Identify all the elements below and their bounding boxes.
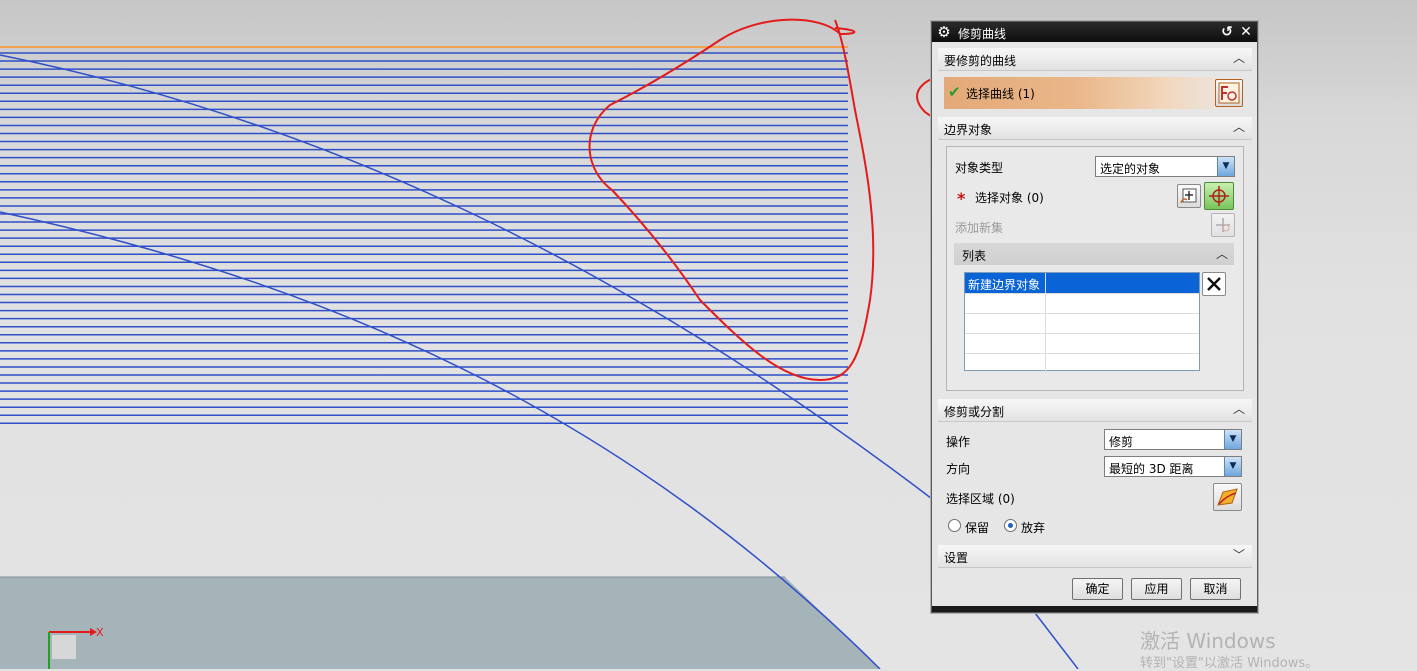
table-cell — [965, 353, 1046, 373]
trim-curve-dialog: ⚙ 修剪曲线 ↺ ✕ 要修剪的曲线 ︿ ✔ 选择曲线 (1) 边界对象 ︿ 对象… — [931, 21, 1258, 613]
gear-icon[interactable]: ⚙ — [935, 23, 953, 41]
x-axis-label: X — [96, 626, 104, 639]
operation-value: 修剪 — [1109, 435, 1134, 449]
select-curve-label: 选择曲线 (1) — [966, 87, 1035, 101]
curve-select-glyph — [1218, 82, 1240, 104]
list-header[interactable]: 列表 ︿ — [954, 243, 1234, 265]
crosshair-icon[interactable] — [1204, 182, 1234, 210]
region-select-glyph — [1217, 488, 1238, 506]
curve-select-icon[interactable] — [1215, 79, 1243, 107]
section-curves-title: 要修剪的曲线 — [944, 54, 1017, 68]
table-row[interactable]: 新建边界对象 — [965, 273, 1199, 294]
crosshair-glyph — [1209, 186, 1229, 206]
ok-button[interactable]: 确定 — [1072, 578, 1123, 600]
region-select-icon[interactable] — [1213, 483, 1242, 511]
section-curves-header[interactable]: 要修剪的曲线 ︿ — [938, 48, 1252, 71]
keep-radio[interactable] — [948, 519, 961, 532]
chevron-up-icon[interactable]: ︿ — [1231, 401, 1247, 417]
add-new-set-label: 添加新集 — [955, 221, 1004, 235]
dialog-titlebar[interactable]: ⚙ 修剪曲线 ↺ ✕ — [932, 22, 1257, 42]
section-settings-title: 设置 — [944, 551, 969, 565]
select-objects-label[interactable]: 选择对象 (0) — [975, 189, 1044, 206]
table-row[interactable] — [965, 293, 1199, 314]
chevron-down-icon[interactable]: ▼ — [1224, 430, 1241, 449]
gray-surface-face — [0, 577, 880, 669]
table-row[interactable] — [965, 333, 1199, 354]
windows-watermark-title: 激活 Windows — [1140, 629, 1276, 653]
section-trim-header[interactable]: 修剪或分割 ︿ — [938, 399, 1252, 422]
select-region-label[interactable]: 选择区域 (0) — [946, 490, 1015, 507]
section-boundary-header[interactable]: 边界对象 ︿ — [938, 117, 1252, 140]
dialog-title: 修剪曲线 — [958, 27, 1007, 41]
chevron-up-icon[interactable]: ︿ — [1216, 245, 1228, 262]
object-type-label: 对象类型 — [955, 161, 1004, 175]
section-trim-title: 修剪或分割 — [944, 405, 1005, 419]
point-dialog-glyph — [1180, 188, 1197, 204]
cancel-button[interactable]: 取消 — [1190, 578, 1241, 600]
table-cell — [965, 313, 1046, 333]
table-row[interactable] — [965, 353, 1199, 373]
windows-watermark-subtitle: 转到"设置"以激活 Windows。 — [1140, 656, 1319, 671]
direction-select[interactable]: 最短的 3D 距离 ▼ — [1104, 456, 1242, 477]
point-dialog-icon[interactable] — [1177, 184, 1201, 208]
check-icon: ✔ — [948, 83, 961, 101]
delete-x-glyph — [1207, 277, 1221, 291]
add-set-icon[interactable] — [1211, 213, 1235, 237]
section-settings-header[interactable]: 设置 ﹀ — [938, 545, 1252, 568]
boundary-list-table: 新建边界对象 — [964, 272, 1200, 373]
object-type-value: 选定的对象 — [1100, 162, 1161, 176]
boundary-curve-1 — [0, 54, 941, 506]
operation-label: 操作 — [946, 435, 971, 449]
reset-icon[interactable]: ↺ — [1219, 24, 1235, 40]
object-type-select[interactable]: 选定的对象 ▼ — [1095, 156, 1235, 177]
delete-x-icon[interactable] — [1202, 272, 1226, 296]
table-cell-text: 新建边界对象 — [968, 278, 1041, 292]
add-set-glyph — [1216, 218, 1230, 232]
chevron-up-icon[interactable]: ︿ — [1231, 119, 1247, 135]
axis-origin-box — [52, 635, 76, 659]
discard-radio[interactable] — [1004, 519, 1017, 532]
close-icon[interactable]: ✕ — [1238, 24, 1254, 40]
chevron-down-icon[interactable]: ▼ — [1224, 457, 1241, 476]
chevron-down-icon[interactable]: ﹀ — [1231, 547, 1247, 563]
table-cell — [965, 293, 1046, 313]
boundary-curve-3 — [1034, 612, 1079, 669]
chevron-down-icon[interactable]: ▼ — [1217, 157, 1234, 176]
list-title: 列表 — [962, 249, 987, 263]
direction-value: 最短的 3D 距离 — [1109, 462, 1194, 476]
table-cell: 新建边界对象 — [965, 273, 1046, 293]
trim-curve-lines — [0, 52, 848, 425]
table-row[interactable] — [965, 313, 1199, 334]
section-boundary-title: 边界对象 — [944, 123, 993, 137]
discard-label[interactable]: 放弃 — [1021, 519, 1045, 536]
apply-button[interactable]: 应用 — [1131, 578, 1182, 600]
keep-label[interactable]: 保留 — [965, 519, 989, 536]
table-cell — [965, 333, 1046, 353]
operation-select[interactable]: 修剪 ▼ — [1104, 429, 1242, 450]
direction-label: 方向 — [946, 462, 971, 476]
select-curve-row[interactable]: ✔ 选择曲线 (1) — [944, 77, 1242, 109]
chevron-up-icon[interactable]: ︿ — [1231, 50, 1247, 66]
dialog-bottom-strip — [932, 606, 1257, 612]
required-asterisk: * — [957, 189, 966, 208]
